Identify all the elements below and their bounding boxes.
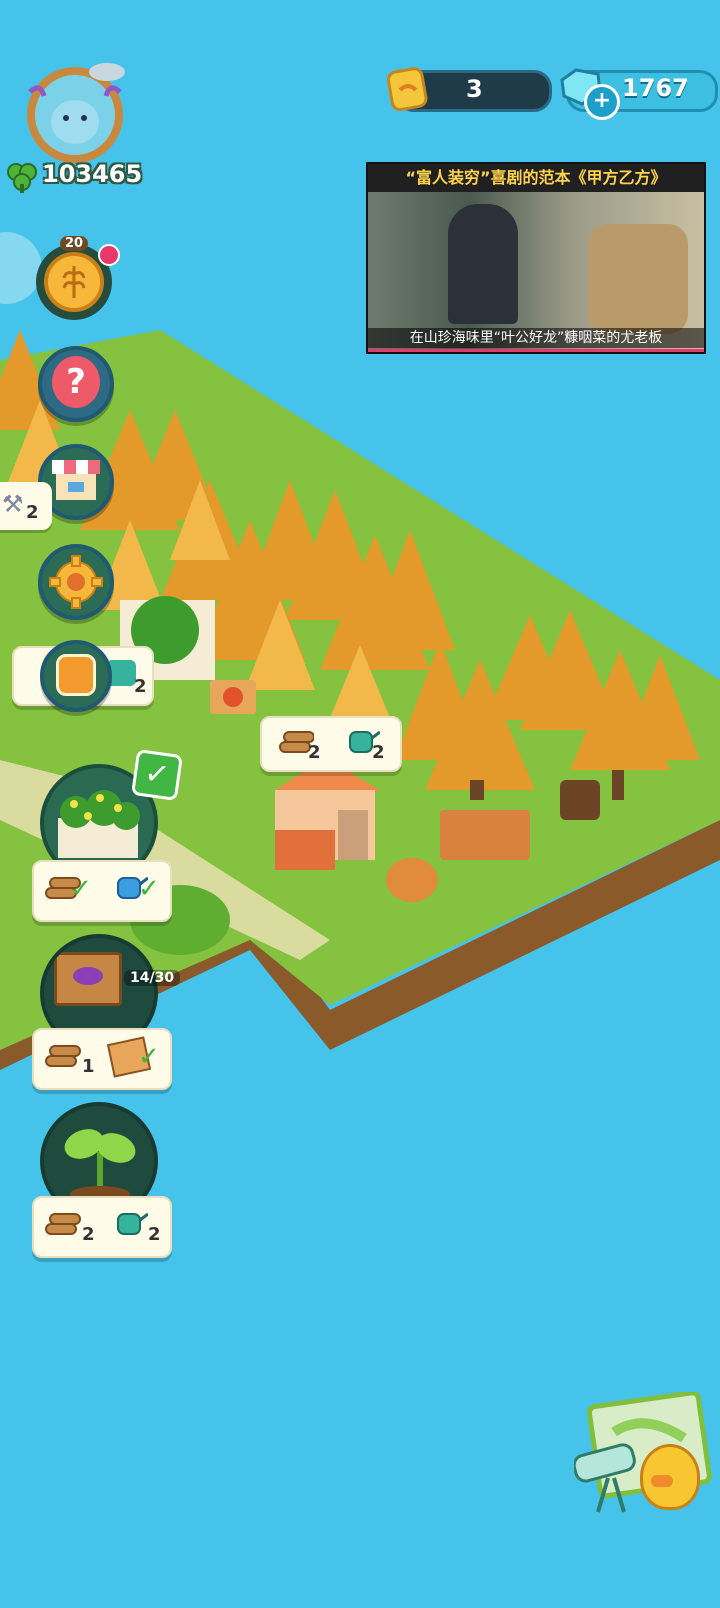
shovel-tool-card[interactable]: ⚒ 2 [0,482,52,530]
fish-crate[interactable] [440,810,530,860]
wheat-coin-icon [44,252,104,312]
player-avatar[interactable] [22,62,128,168]
card-water-count: 2 [134,676,147,697]
wood-logs-icon [44,1210,82,1238]
water-check-icon: ✓ [138,874,160,904]
fruit-jar-icon [56,654,96,696]
level-badge: 20 [60,236,89,251]
market-wood-count: 2 [308,742,321,763]
help-button[interactable]: ? [38,346,114,422]
market-requirement-popup[interactable]: 2 2 [260,716,402,772]
gear-icon [48,554,104,610]
video-top-caption: “富人装穷”喜剧的范本《甲方乙方》 [405,168,667,187]
fruit-jar-button[interactable] [40,640,112,712]
farm-card-flower[interactable]: ✓ ✓ [32,860,172,922]
video-progress-bar[interactable] [368,349,704,352]
eggplant-progress: 14/30 [124,970,181,986]
bucket[interactable] [386,858,438,902]
clover-count: 103465 [42,160,143,188]
sprout-wood-count: 2 [82,1224,95,1245]
video-bottom-caption: 在山珍海味里“叶公好龙”糠咽菜的尤老板 [368,328,704,348]
video-man-figure [448,204,518,324]
settings-button[interactable] [38,544,114,620]
shop-icon [50,458,102,502]
eggplant-wood-count: 1 [82,1056,95,1077]
shovel-icon: ⚒ [2,490,24,518]
check-icon: ✓ [131,749,183,801]
gem-count: 1767 [622,74,689,102]
clover-icon [4,158,40,194]
eggplant-sign-icon [54,952,122,1006]
question-icon: ? [52,356,100,408]
world-map-button[interactable] [572,1390,714,1520]
seed-bag-icon [384,64,432,112]
video-chair-figure [588,224,688,334]
shovel-count: 2 [26,502,39,523]
sprout-water-count: 2 [148,1224,161,1245]
wood-logs-icon [44,1042,82,1070]
sprout-icon [58,1116,142,1202]
crate-check-icon: ✓ [138,1042,160,1072]
plus-icon[interactable]: + [584,84,620,120]
watering-can-icon [110,1208,149,1238]
farm-card-eggplant[interactable]: 1 ✓ [32,1028,172,1090]
notification-dot [98,244,120,266]
wood-check-icon: ✓ [70,874,92,904]
seed-count: 3 [466,75,483,103]
market-water-count: 2 [372,742,385,763]
farm-card-sprout[interactable]: 2 2 [32,1196,172,1258]
duck-icon [640,1444,700,1510]
video-ad-panel[interactable]: “富人装穷”喜剧的范本《甲方乙方》 在山珍海味里“叶公好龙”糠咽菜的尤老板 [366,162,706,354]
